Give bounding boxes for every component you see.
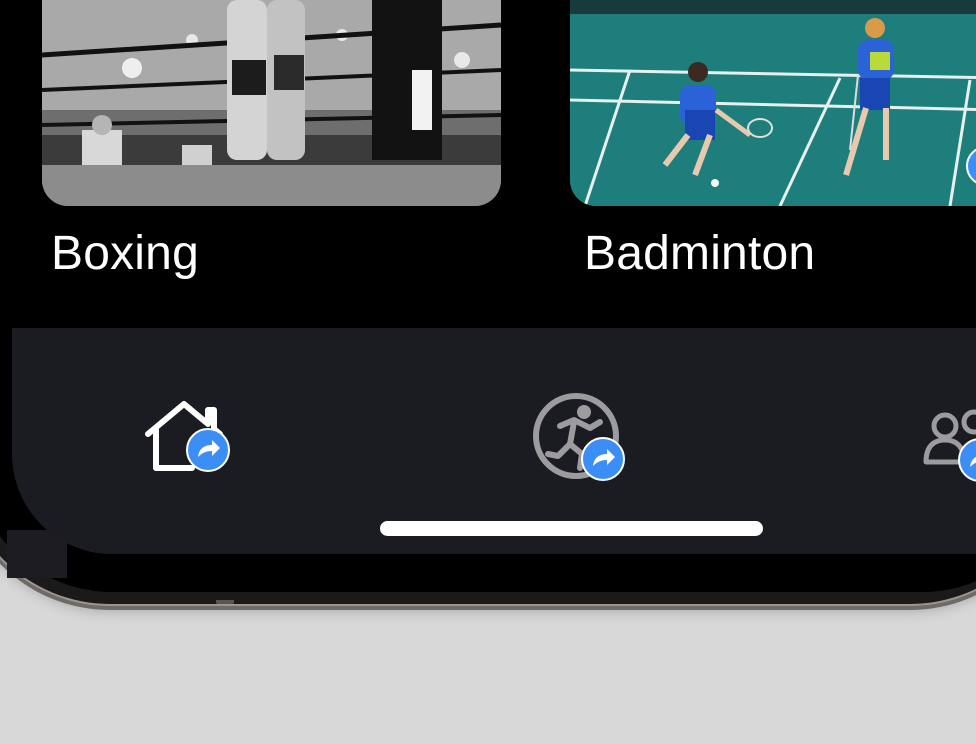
badminton-card-image[interactable] [570,0,976,206]
boxing-card-image[interactable] [42,0,501,206]
home-indicator[interactable] [380,521,763,536]
boxing-card-title[interactable]: Boxing [51,226,199,281]
tab-people[interactable] [920,400,976,500]
share-arrow-icon [581,437,625,481]
tab-home[interactable] [138,392,238,492]
share-arrow-icon [958,438,976,482]
badminton-photo [570,0,976,206]
phone-side-button [216,600,234,604]
phone-mockup: Boxing Badminton [0,0,976,744]
boxing-photo [42,0,501,206]
badminton-card-title[interactable]: Badminton [584,226,815,281]
sports-list: Boxing Badminton [12,0,976,328]
share-arrow-icon [186,428,230,472]
tab-sports[interactable] [530,392,630,492]
